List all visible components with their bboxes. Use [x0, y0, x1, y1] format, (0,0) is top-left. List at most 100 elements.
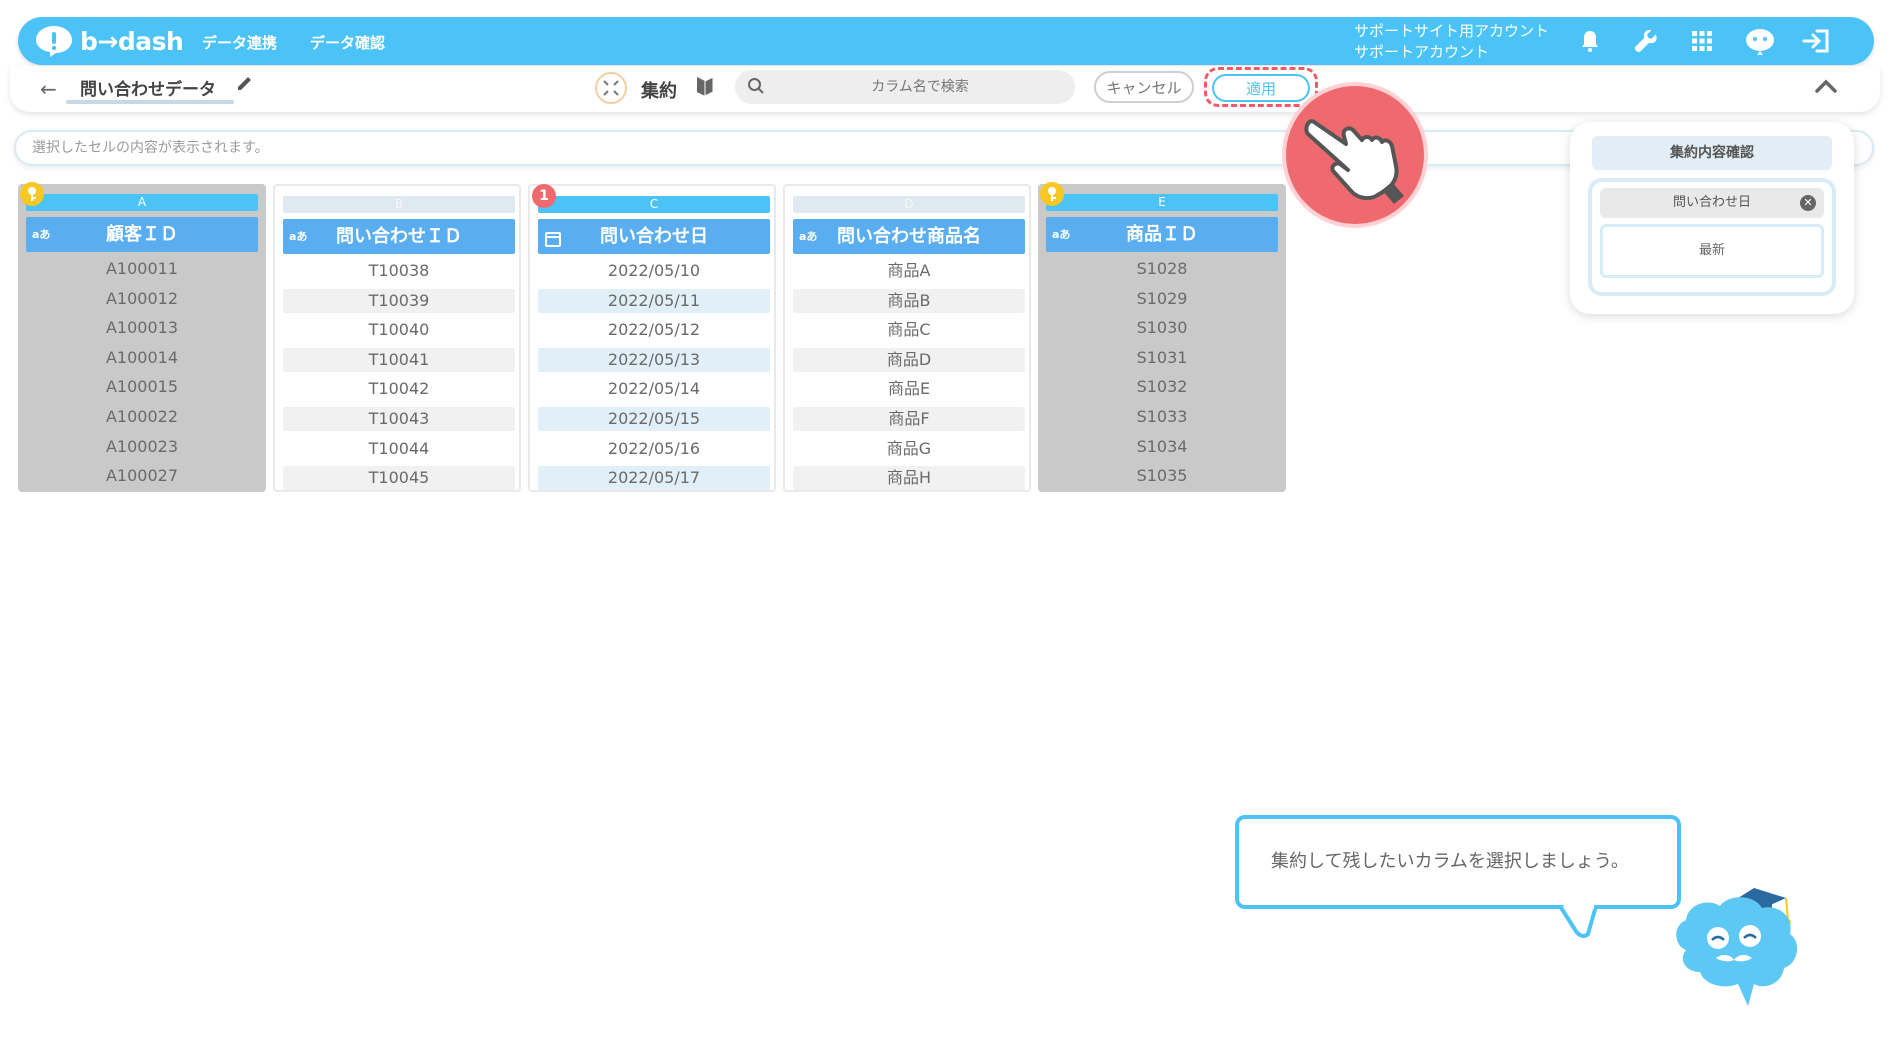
table-cell[interactable]: T10038 [283, 259, 515, 283]
table-cell[interactable]: 2022/05/11 [538, 288, 770, 313]
text-type-icon: aあ [799, 230, 818, 243]
aggregation-column-chip[interactable]: 問い合わせ日 ✕ [1600, 188, 1824, 218]
table-cell[interactable]: S1035 [1046, 464, 1278, 488]
column-header[interactable]: aあ 問い合わせ商品名 [793, 219, 1025, 254]
table-cell[interactable]: S1029 [1046, 287, 1278, 311]
column-cells: S1028 S1029 S1030 S1031 S1032 S1033 S103… [1046, 257, 1278, 494]
table-cell[interactable]: 商品F [793, 406, 1025, 431]
table-cell[interactable]: 2022/05/10 [538, 259, 770, 283]
column-search[interactable] [735, 70, 1075, 104]
apps-grid-icon[interactable] [1686, 25, 1718, 57]
column-b[interactable]: B aあ 問い合わせＩＤ T10038 T10039 T10040 T10041… [273, 184, 521, 492]
dataset-title[interactable]: 問い合わせデータ [80, 75, 216, 100]
bdash-logo[interactable]: b→dash [34, 23, 184, 59]
column-header[interactable]: aあ 商品ＩＤ [1046, 217, 1278, 252]
bell-icon[interactable] [1574, 25, 1606, 57]
logout-icon[interactable] [1800, 25, 1832, 57]
aggregate-order-badge: 1 [532, 184, 556, 208]
account-info[interactable]: サポートサイト用アカウント サポートアカウント [1354, 21, 1549, 63]
nav-link-data-check[interactable]: データ確認 [310, 32, 385, 53]
table-cell[interactable]: 2022/05/12 [538, 318, 770, 342]
table-cell[interactable]: S1032 [1046, 375, 1278, 399]
table-cell[interactable]: A100011 [26, 257, 258, 281]
table-cell[interactable]: S1033 [1046, 405, 1278, 429]
chip-label: 問い合わせ日 [1672, 195, 1751, 210]
table-cell[interactable]: T10044 [283, 437, 515, 461]
cancel-button[interactable]: キャンセル [1094, 71, 1194, 103]
aggregation-confirm-panel: 集約内容確認 問い合わせ日 ✕ 最新 [1570, 122, 1854, 314]
table-cell[interactable]: 2022/05/15 [538, 406, 770, 431]
table-cell[interactable]: T10041 [283, 347, 515, 372]
column-cells: 商品A 商品B 商品C 商品D 商品E 商品F 商品G 商品H [793, 259, 1025, 496]
table-cell[interactable]: S1034 [1046, 435, 1278, 459]
search-icon [747, 77, 765, 99]
column-header-label: 商品ＩＤ [1126, 224, 1198, 245]
column-letter: D [793, 196, 1025, 213]
column-cells: 2022/05/10 2022/05/11 2022/05/12 2022/05… [538, 259, 770, 496]
text-type-icon: aあ [289, 230, 308, 243]
back-arrow-icon[interactable]: ← [40, 77, 57, 101]
table-cell[interactable]: A100012 [26, 287, 258, 311]
apply-button[interactable]: 適用 [1212, 74, 1310, 102]
wrench-icon[interactable] [1630, 25, 1662, 57]
table-cell[interactable]: T10045 [283, 466, 515, 491]
table-cell[interactable]: 商品D [793, 347, 1025, 372]
beginner-mark-icon[interactable] [696, 75, 714, 101]
column-a[interactable]: A aあ 顧客ＩＤ A100011 A100012 A100013 A10001… [18, 182, 266, 492]
column-header-label: 問い合わせ商品名 [837, 226, 981, 247]
key-icon [20, 182, 44, 206]
table-cell[interactable]: 2022/05/17 [538, 466, 770, 491]
table-cell[interactable]: A100022 [26, 405, 258, 429]
table-cell[interactable]: T10043 [283, 406, 515, 431]
column-letter: A [26, 194, 258, 211]
table-cell[interactable]: 商品G [793, 437, 1025, 461]
account-org: サポートサイト用アカウント [1354, 22, 1550, 40]
search-input[interactable] [775, 70, 1065, 104]
table-cell[interactable]: T10042 [283, 377, 515, 401]
bubble-tail [1560, 904, 1598, 938]
aggregate-icon[interactable] [595, 72, 627, 104]
dataset-toolbar: ← 問い合わせデータ 集約 キャンセル 適用 [10, 66, 1880, 112]
column-header[interactable]: 問い合わせ日 [538, 219, 770, 254]
edit-pencil-icon[interactable] [236, 74, 254, 96]
panel-title: 集約内容確認 [1592, 136, 1832, 170]
table-cell[interactable]: A100023 [26, 435, 258, 459]
mascot-help-icon[interactable] [1744, 25, 1776, 57]
remove-chip-icon[interactable]: ✕ [1800, 195, 1816, 211]
nav-link-data-integration[interactable]: データ連携 [202, 32, 277, 53]
aggregation-method[interactable]: 最新 [1600, 224, 1824, 278]
table-cell[interactable]: 2022/05/14 [538, 377, 770, 401]
table-cell[interactable]: 商品H [793, 466, 1025, 491]
column-header-label: 問い合わせＩＤ [336, 226, 462, 247]
chevron-up-icon[interactable] [1814, 78, 1838, 98]
aggregation-list: 問い合わせ日 ✕ 最新 [1588, 178, 1836, 296]
table-cell[interactable]: 2022/05/16 [538, 437, 770, 461]
tutorial-speech-bubble: 集約して残したいカラムを選択しましょう。 [1235, 815, 1681, 909]
logo-text: b→dash [80, 26, 184, 56]
table-cell[interactable]: T10039 [283, 288, 515, 313]
table-cell[interactable]: 2022/05/13 [538, 347, 770, 372]
table-cell[interactable]: A100015 [26, 375, 258, 399]
table-cell[interactable]: S1031 [1046, 346, 1278, 370]
table-cell[interactable]: 商品C [793, 318, 1025, 342]
column-header-label: 顧客ＩＤ [106, 224, 178, 245]
table-cell[interactable]: S1028 [1046, 257, 1278, 281]
table-cell[interactable]: 商品E [793, 377, 1025, 401]
table-cell[interactable]: A100014 [26, 346, 258, 370]
column-d[interactable]: D aあ 問い合わせ商品名 商品A 商品B 商品C 商品D 商品E 商品F 商品… [783, 184, 1031, 492]
column-c[interactable]: C 1 問い合わせ日 2022/05/10 2022/05/11 2022/05… [528, 184, 776, 492]
text-type-icon: aあ [1052, 228, 1071, 241]
table-cell[interactable]: 商品A [793, 259, 1025, 283]
column-letter: C [538, 196, 770, 213]
table-cell[interactable]: S1030 [1046, 316, 1278, 340]
column-e[interactable]: E aあ 商品ＩＤ S1028 S1029 S1030 S1031 S1032 … [1038, 182, 1286, 494]
table-cell[interactable]: T10040 [283, 318, 515, 342]
column-header[interactable]: aあ 顧客ＩＤ [26, 217, 258, 252]
title-underline [66, 100, 234, 104]
table-cell[interactable]: 商品B [793, 288, 1025, 313]
table-cell[interactable]: A100013 [26, 316, 258, 340]
calendar-icon [544, 227, 562, 262]
column-header-label: 問い合わせ日 [600, 226, 708, 247]
column-header[interactable]: aあ 問い合わせＩＤ [283, 219, 515, 254]
table-cell[interactable]: A100027 [26, 464, 258, 488]
